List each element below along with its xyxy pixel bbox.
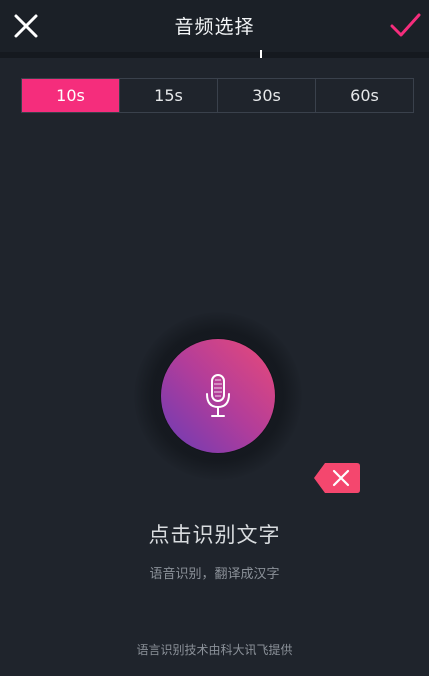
header-divider bbox=[0, 52, 429, 58]
header-bar: 音频选择 bbox=[0, 0, 429, 52]
duration-option-10s[interactable]: 10s bbox=[22, 79, 119, 112]
audio-select-screen: 音频选择 10s 15s 30s 60s 点击识别文字 语音识别，翻译成汉字 语… bbox=[0, 0, 429, 676]
duration-option-30s[interactable]: 30s bbox=[217, 79, 315, 112]
playhead-marker bbox=[260, 50, 262, 58]
microphone-icon bbox=[206, 374, 230, 417]
delete-tag-icon[interactable] bbox=[313, 462, 361, 494]
provider-note: 语言识别技术由科大讯飞提供 bbox=[136, 643, 293, 657]
duration-option-60s[interactable]: 60s bbox=[315, 79, 413, 112]
tap-to-recognize-text: 点击识别文字 bbox=[148, 523, 281, 547]
record-button[interactable] bbox=[161, 339, 275, 453]
duration-option-15s[interactable]: 15s bbox=[119, 79, 217, 112]
page-title: 音频选择 bbox=[174, 16, 255, 38]
recognition-subtitle: 语音识别，翻译成汉字 bbox=[149, 567, 280, 582]
duration-selector: 10s 15s 30s 60s bbox=[21, 78, 414, 113]
checkmark-icon[interactable] bbox=[389, 10, 421, 42]
